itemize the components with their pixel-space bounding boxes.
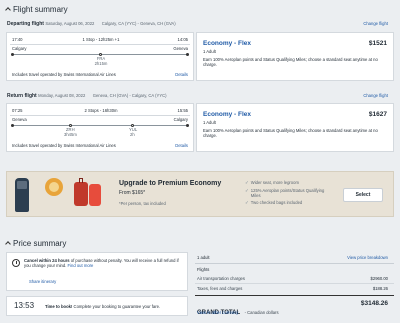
find-out-more-link[interactable]: Find out more [68,263,94,268]
departing-stops: 1 Stop - 12h25m +1 [82,37,120,42]
check-icon: ✓ [245,200,249,206]
return-fare-desc: Earn 100% Aeroplan points and Status Qua… [203,128,378,139]
taxes-label: Taxes, fees and charges [197,286,243,291]
upgrade-title: Upgrade to Premium Economy [119,180,222,187]
return-fare-name[interactable]: Economy - Flex [203,111,251,118]
departing-operated: Includes travel operated by Swiss Intern… [12,72,116,77]
departing-fare-desc: Earn 100% Aeroplan points and Status Qua… [203,57,378,68]
chevron-up-icon[interactable] [5,6,11,13]
timer-card: 13:53 Time to book! Complete your bookin… [6,296,188,316]
return-layover-1: 3h45m [64,132,77,137]
departing-label: Departing flight [7,21,44,27]
adult-count: 1 adult [197,255,210,260]
departing-origin: Calgary [12,46,27,51]
departing-arr-time: 14:05 [177,37,188,42]
price-breakdown-panel: 1 adult View price breakdown Flights Air… [195,252,394,320]
timer-text: Time to book! Complete your booking to g… [45,304,161,309]
return-card: 07:25 2 Stops - 16h30m 15:55 Geneva Calg… [6,103,194,152]
return-fare-adults: 1 Adult [203,120,216,125]
departing-fare-card[interactable]: Economy - Flex $1521 1 Adult Earn 100% A… [196,32,394,81]
return-origin: Geneva [12,117,27,122]
return-change-flight[interactable]: Change flight [363,93,388,98]
departing-date: Saturday, August 06, 2022 [45,21,95,26]
return-destination-dot [186,123,189,127]
luggage-illustration [74,182,88,206]
upgrade-select-button[interactable]: Select [343,188,383,202]
return-layover-2: 2h [130,132,135,137]
return-arr-time: 15:55 [177,108,188,113]
upgrade-benefits: ✓ Wider seat, more legroom ✓ 125% Aeroplan… [245,180,327,206]
departing-destination: Geneva [173,46,188,51]
return-route: Geneva, CH (GVA) - Calgary, CA (YYC) [92,93,167,98]
upgrade-from: From $165* [119,190,146,196]
view-other-currency-link[interactable]: View in other currency [197,310,238,315]
flight-summary-title: Flight summary [13,5,68,14]
view-price-breakdown-link[interactable]: View price breakdown [347,255,388,260]
departing-card: 17:40 1 Stop - 12h25m +1 14:05 Calgary G… [6,32,194,81]
upgrade-banner: Upgrade to Premium Economy From $165* *P… [6,171,394,217]
flights-heading: Flights [197,267,210,272]
departing-change-flight[interactable]: Change flight [363,21,388,26]
departing-fare-price: $1521 [368,40,387,47]
cancel-text: Cancel within 24 hours of purchase witho… [24,258,179,269]
departing-fare-name[interactable]: Economy - Flex [203,40,251,47]
grand-total-value: $3148.26 [360,300,388,307]
transport-value: $2960.00 [370,276,388,281]
departing-header: Departing flight Saturday, August 06, 20… [7,21,395,27]
chevron-up-icon[interactable] [5,240,11,247]
flight-summary-header: Flight summary [5,5,68,14]
benefit-item: ✓ Two checked bags included [245,200,303,206]
return-destination: Calgary [173,117,188,122]
benefit-item: ✓ Wider seat, more legroom [245,180,299,185]
taxes-value: $188.26 [372,286,388,291]
return-date: Monday, August 08, 2022 [38,93,86,98]
check-icon: ✓ [245,187,249,193]
share-itinerary-link[interactable]: Share itinerary [29,279,56,284]
departing-layover: 2h15m [94,61,108,66]
return-fare-card[interactable]: Economy - Flex $1627 1 Adult Earn 100% A… [196,103,394,152]
return-route-line [12,125,188,126]
upgrade-note: *Per person, tax included [119,201,166,206]
return-details-link[interactable]: Details [175,143,188,148]
timer-value: 13:53 [14,301,35,310]
return-header: Return flight Monday, August 08, 2022 Ge… [7,93,395,99]
check-icon: ✓ [245,180,249,185]
return-origin-dot [11,123,14,127]
price-summary-title: Price summary [13,239,67,248]
return-fare-price: $1627 [368,111,387,118]
transport-label: Air transportation charges [197,276,245,281]
departing-fare-adults: 1 Adult [203,49,216,54]
benefit-item: ✓ 125% Aeroplan points/Status Qualifying … [245,187,325,198]
cancel-info-card: Cancel within 24 hours of purchase witho… [6,252,188,291]
departing-details-link[interactable]: Details [175,72,188,77]
return-stops: 2 Stops - 16h30m [84,108,118,113]
return-label: Return flight [7,93,37,99]
price-summary-header: Price summary [5,239,66,248]
return-operated: Includes travel operated by Swiss Intern… [12,143,116,148]
departing-route: Calgary, CA (YYC) - Geneva, CH (GVA) [101,21,176,26]
